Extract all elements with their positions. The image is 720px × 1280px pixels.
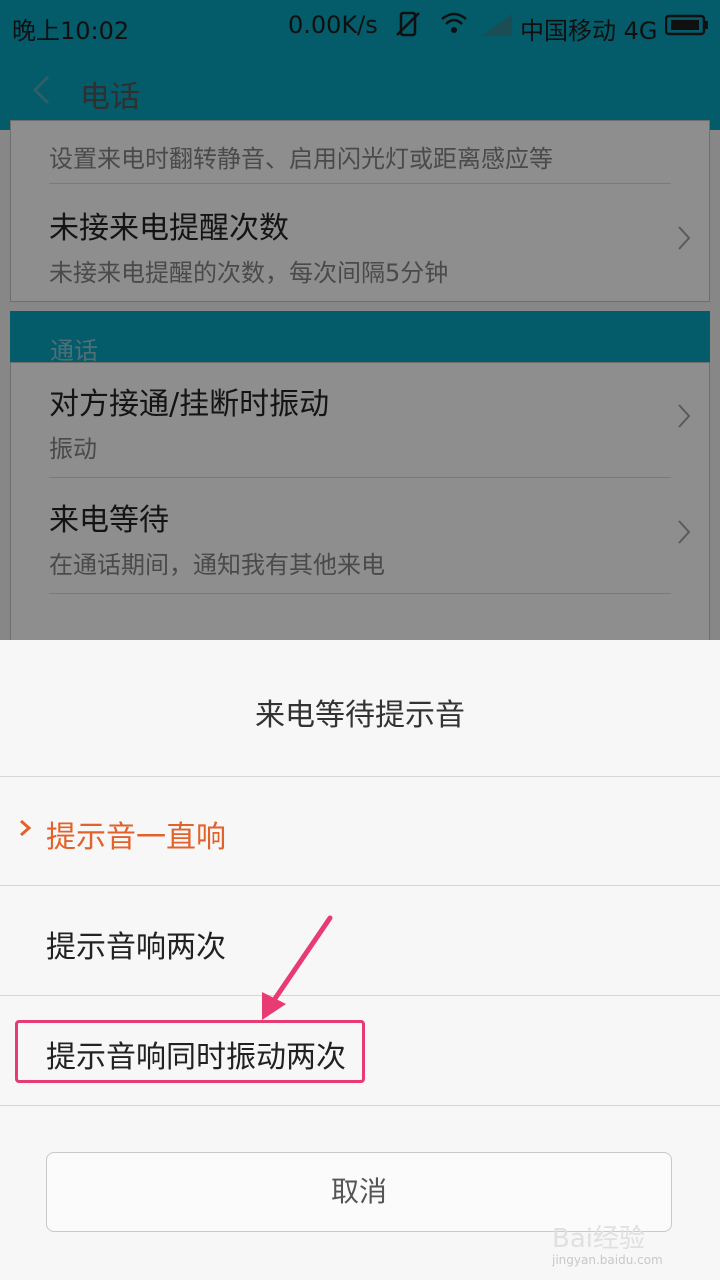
divider	[0, 776, 720, 777]
row-subtitle: 设置来电时翻转静音、启用闪光灯或距离感应等	[49, 145, 553, 173]
selected-chevron-icon	[18, 812, 32, 847]
status-bar: 晚上10:02 0.00K/s 中国移动 4G	[0, 0, 720, 50]
settings-list: 设置来电时翻转静音、启用闪光灯或距离感应等 未接来电提醒次数 未接来电提醒的次数…	[0, 120, 720, 652]
status-carrier: 中国移动 4G	[520, 17, 658, 45]
signal-icon	[482, 14, 512, 42]
row-title: 未接来电提醒次数	[49, 211, 289, 246]
bottom-sheet-dialog: 来电等待提示音 提示音一直响 提示音响两次 提示音响同时振动两次 取消	[0, 640, 720, 1280]
divider	[49, 183, 671, 184]
divider	[49, 477, 671, 478]
watermark-brand: Bai经验	[552, 1224, 645, 1254]
divider	[0, 1105, 720, 1106]
battery-icon	[664, 14, 709, 42]
row-title: 对方接通/挂断时振动	[49, 387, 330, 422]
annotation-highlight-box	[15, 1020, 365, 1083]
settings-row-call-waiting[interactable]: 来电等待 在通话期间，通知我有其他来电	[49, 495, 691, 580]
chevron-right-icon	[677, 403, 691, 433]
settings-card: 设置来电时翻转静音、启用闪光灯或距离感应等 未接来电提醒次数 未接来电提醒的次数…	[10, 120, 710, 302]
chevron-right-icon	[677, 225, 691, 255]
row-title: 来电等待	[49, 503, 169, 538]
app-bar: 电话	[0, 50, 720, 130]
status-net-speed: 0.00K/s	[288, 11, 378, 39]
row-subtitle: 振动	[49, 435, 97, 463]
divider	[0, 885, 720, 886]
chevron-right-icon	[677, 519, 691, 549]
wifi-icon	[440, 11, 468, 41]
divider	[49, 593, 671, 594]
page-title: 电话	[80, 80, 140, 115]
row-subtitle: 未接来电提醒的次数，每次间隔5分钟	[49, 259, 449, 287]
status-time: 晚上10:02	[12, 17, 130, 45]
settings-row[interactable]: 设置来电时翻转静音、启用闪光灯或距离感应等	[49, 133, 671, 174]
settings-row-call-vibrate[interactable]: 对方接通/挂断时振动 振动	[49, 379, 691, 464]
option-ring-twice[interactable]: 提示音响两次	[46, 922, 226, 966]
settings-row-missed-call-reminder[interactable]: 未接来电提醒次数 未接来电提醒的次数，每次间隔5分钟	[49, 203, 691, 288]
section-header-label: 通话	[50, 337, 98, 365]
row-subtitle: 在通话期间，通知我有其他来电	[49, 551, 385, 579]
watermark-url: jingyan.baidu.com	[552, 1253, 663, 1267]
vibrate-mute-icon	[393, 9, 423, 45]
watermark: Bai经验 jingyan.baidu.com	[552, 1218, 663, 1267]
divider	[0, 995, 720, 996]
back-icon[interactable]	[30, 74, 52, 110]
settings-card: 对方接通/挂断时振动 振动 来电等待 在通话期间，通知我有其他来电	[10, 362, 710, 652]
dialog-title: 来电等待提示音	[255, 698, 465, 733]
option-always-ring[interactable]: 提示音一直响	[46, 812, 226, 856]
